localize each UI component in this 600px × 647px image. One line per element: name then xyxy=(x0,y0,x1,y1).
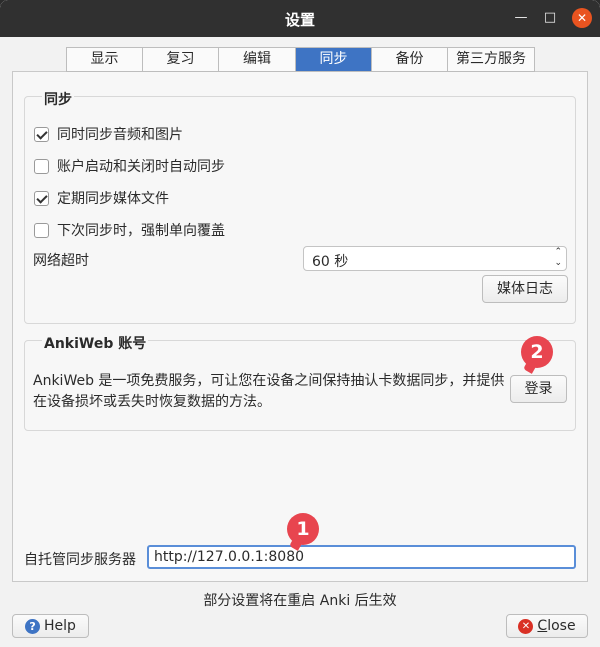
annotation-badge-2: 2 xyxy=(521,336,553,368)
window-title: 设置 xyxy=(284,11,315,29)
login-button[interactable]: 登录 xyxy=(510,375,567,403)
title-bar: 设置 — □ ✕ xyxy=(0,0,600,37)
network-timeout-spinbox[interactable]: 60 秒 ⌃ ⌄ xyxy=(303,246,567,271)
periodic-media-sync-label: 定期同步媒体文件 xyxy=(57,191,169,207)
restart-notice: 部分设置将在重启 Anki 后生效 xyxy=(203,593,397,609)
tab-backup[interactable]: 备份 xyxy=(372,48,448,71)
ankiweb-description-line1: AnkiWeb 是一项免费服务，可让您在设备之间保持抽认卡数据同步，并提供 xyxy=(33,373,505,389)
tab-sync[interactable]: 同步 xyxy=(296,48,372,71)
sync-media-label: 同时同步音频和图片 xyxy=(57,127,183,143)
annotation-badge-1: 1 xyxy=(287,513,319,545)
force-one-way-checkbox[interactable] xyxy=(34,222,49,238)
network-timeout-value: 60 秒 xyxy=(312,254,349,270)
ankiweb-group: AnkiWeb 账号 AnkiWeb 是一项免费服务，可让您在设备之间保持抽认卡… xyxy=(24,333,576,431)
auto-sync-option[interactable]: 账户启动和关闭时自动同步 xyxy=(34,156,225,176)
tab-review[interactable]: 复习 xyxy=(143,48,219,71)
sync-media-checkbox[interactable] xyxy=(34,126,49,142)
periodic-media-sync-checkbox[interactable] xyxy=(34,190,49,206)
media-log-button[interactable]: 媒体日志 xyxy=(482,275,568,303)
help-label: Help xyxy=(44,618,76,634)
self-hosted-sync-url-input[interactable]: http://127.0.0.1:8080 xyxy=(147,545,576,569)
close-label: lose xyxy=(547,618,576,634)
close-icon: ✕ xyxy=(518,618,534,634)
network-timeout-label: 网络超时 xyxy=(33,253,89,269)
auto-sync-checkbox[interactable] xyxy=(34,158,49,174)
sync-group-title: 同步 xyxy=(42,89,74,109)
ankiweb-group-title: AnkiWeb 账号 xyxy=(42,333,149,353)
force-one-way-label: 下次同步时，强制单向覆盖 xyxy=(57,223,225,239)
close-button[interactable]: ✕ Close xyxy=(506,614,588,638)
force-one-way-option[interactable]: 下次同步时，强制单向覆盖 xyxy=(34,220,225,240)
sync-group: 同步 同时同步音频和图片 账户启动和关闭时自动同步 定期同步媒体文件 下次同步时… xyxy=(24,89,576,324)
maximize-button[interactable]: □ xyxy=(540,8,560,28)
sync-media-option[interactable]: 同时同步音频和图片 xyxy=(34,124,183,144)
minimize-button[interactable]: — xyxy=(511,8,531,28)
ankiweb-description: AnkiWeb 是一项免费服务，可让您在设备之间保持抽认卡数据同步，并提供 在设… xyxy=(33,371,508,413)
settings-window: 设置 — □ ✕ 显示 复习 编辑 同步 备份 第三方服务 同步 同时同步音频和… xyxy=(0,0,600,647)
auto-sync-label: 账户启动和关闭时自动同步 xyxy=(57,159,225,175)
help-icon: ? xyxy=(25,618,41,634)
tab-display[interactable]: 显示 xyxy=(67,48,143,71)
spin-arrows-icon[interactable]: ⌃ ⌄ xyxy=(554,247,562,269)
close-label-mnemonic: C xyxy=(537,618,548,634)
periodic-media-sync-option[interactable]: 定期同步媒体文件 xyxy=(34,188,169,208)
self-hosted-sync-label: 自托管同步服务器 xyxy=(24,552,136,568)
tab-third-party-services[interactable]: 第三方服务 xyxy=(448,48,534,71)
window-close-button[interactable]: ✕ xyxy=(572,8,592,28)
settings-tabs: 显示 复习 编辑 同步 备份 第三方服务 xyxy=(66,47,535,72)
tab-editing[interactable]: 编辑 xyxy=(219,48,296,71)
ankiweb-description-line2: 在设备损坏或丢失时恢复数据的方法。 xyxy=(33,394,271,410)
help-button[interactable]: ? Help xyxy=(12,614,89,638)
